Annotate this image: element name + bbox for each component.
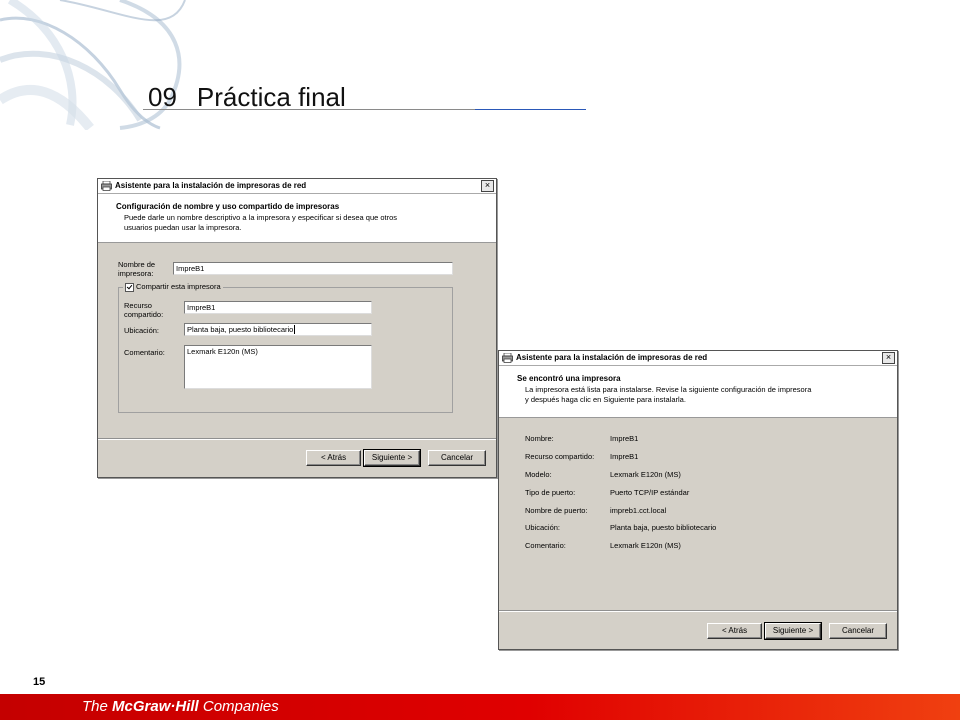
- description-line-1: La impresora está lista para instalarse.…: [525, 385, 812, 394]
- cancel-button[interactable]: Cancelar: [829, 623, 887, 639]
- printer-icon: [101, 181, 112, 191]
- next-button[interactable]: Siguiente >: [363, 449, 421, 467]
- wizard-header-description: La impresora está lista para instalarse.…: [525, 385, 811, 405]
- logo-brand: McGraw·Hill: [112, 698, 199, 715]
- back-button[interactable]: < Atrás: [707, 623, 762, 639]
- close-icon: ×: [484, 180, 491, 190]
- summary-value: Puerto TCP/IP estándar: [610, 488, 690, 497]
- summary-value: Planta baja, puesto bibliotecario: [610, 523, 717, 532]
- button-separator: [499, 610, 897, 612]
- publisher-logo: The McGraw·Hill Companies: [82, 698, 279, 715]
- location-input[interactable]: Planta baja, puesto bibliotecario: [184, 323, 372, 336]
- close-button[interactable]: ×: [882, 352, 895, 364]
- summary-label: Recurso compartido:: [525, 452, 595, 461]
- wizard-header-title: Se encontró una impresora: [517, 374, 621, 383]
- description-line-2: usuarios puedan usar la impresora.: [124, 223, 242, 232]
- printer-name-label-line-1: Nombre de: [118, 260, 156, 269]
- share-resource-label-line-2: compartido:: [124, 310, 164, 319]
- page-number: 15: [33, 676, 46, 688]
- summary-label: Ubicación:: [525, 523, 561, 532]
- dialog-printer-found: Asistente para la instalación de impreso…: [498, 350, 898, 650]
- share-resource-label: Recurso compartido:: [124, 301, 163, 319]
- summary-label: Tipo de puerto:: [525, 488, 576, 497]
- slide-heading: Práctica final: [196, 82, 346, 112]
- printer-icon: [502, 353, 513, 363]
- title-rule-accent: [475, 109, 586, 110]
- close-button[interactable]: ×: [481, 180, 494, 192]
- summary-value: ImpreB1: [610, 434, 639, 443]
- dialog-printer-name-sharing: Asistente para la instalación de impreso…: [97, 178, 497, 478]
- dialog-title: Asistente para la instalación de impreso…: [516, 353, 708, 362]
- button-separator: [98, 438, 496, 440]
- logo-prefix: The: [82, 698, 113, 715]
- share-resource-label-line-1: Recurso: [124, 301, 152, 310]
- summary-label: Nombre:: [525, 434, 554, 443]
- logo-suffix: Companies: [198, 698, 279, 715]
- back-button[interactable]: < Atrás: [306, 450, 361, 466]
- summary-value: ImpreB1: [610, 452, 639, 461]
- location-value: Planta baja, puesto bibliotecario: [187, 325, 294, 334]
- comment-label: Comentario:: [124, 348, 165, 357]
- share-checkbox[interactable]: [125, 282, 134, 292]
- summary-value: impreb1.cct.local: [610, 506, 667, 515]
- next-button[interactable]: Siguiente >: [764, 622, 822, 640]
- dialog-titlebar: Asistente para la instalación de impreso…: [98, 179, 496, 194]
- wizard-header-description: Puede darle un nombre descriptivo a la i…: [124, 213, 397, 233]
- summary-value: Lexmark E120n (MS): [610, 541, 681, 550]
- footer-bar: The McGraw·Hill Companies: [0, 694, 960, 720]
- wizard-header-title: Configuración de nombre y uso compartido…: [116, 202, 340, 211]
- printer-name-input[interactable]: ImpreB1: [173, 262, 453, 275]
- printer-name-label-line-2: impresora:: [118, 269, 154, 278]
- summary-label: Nombre de puerto:: [525, 506, 588, 515]
- slide-number: 09: [148, 82, 177, 112]
- close-icon: ×: [885, 352, 892, 362]
- wizard-header: Configuración de nombre y uso compartido…: [98, 194, 496, 243]
- summary-label: Modelo:: [525, 470, 552, 479]
- wizard-header: Se encontró una impresora La impresora e…: [499, 366, 897, 418]
- dialog-title: Asistente para la instalación de impreso…: [115, 181, 307, 190]
- cancel-button[interactable]: Cancelar: [428, 450, 486, 466]
- comment-textarea[interactable]: Lexmark E120n (MS): [184, 345, 372, 389]
- share-checkbox-row[interactable]: Compartir esta impresora: [123, 282, 223, 292]
- share-checkbox-label: Compartir esta impresora: [136, 282, 221, 291]
- description-line-2: y después haga clic en Siguiente para in…: [525, 395, 686, 404]
- description-line-1: Puede darle un nombre descriptivo a la i…: [124, 213, 398, 222]
- dialog-titlebar: Asistente para la instalación de impreso…: [499, 351, 897, 366]
- summary-label: Comentario:: [525, 541, 566, 550]
- location-label: Ubicación:: [124, 326, 160, 335]
- summary-value: Lexmark E120n (MS): [610, 470, 681, 479]
- share-name-input[interactable]: ImpreB1: [184, 301, 372, 314]
- printer-name-label: Nombre de impresora:: [118, 260, 155, 278]
